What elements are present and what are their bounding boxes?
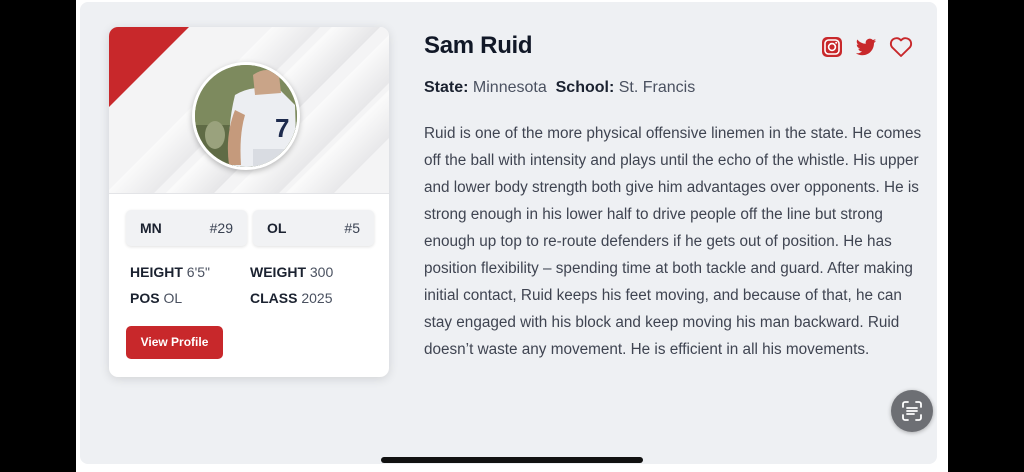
school-value: St. Francis — [618, 79, 696, 96]
pos-value: OL — [163, 290, 183, 306]
state-rank-label: MN — [140, 220, 162, 236]
state-rank-tag: MN #29 — [126, 210, 247, 246]
heart-icon[interactable] — [889, 36, 913, 58]
weight-label: WEIGHT — [250, 264, 306, 280]
position-rank-label: OL — [267, 220, 287, 236]
height-value: 6'5" — [186, 264, 210, 280]
instagram-icon[interactable] — [821, 36, 843, 58]
school-label: School: — [555, 79, 615, 96]
social-actions — [821, 36, 915, 60]
player-photo: 7 — [195, 65, 297, 167]
view-profile-button[interactable]: View Profile — [126, 326, 223, 359]
class-value: 2025 — [301, 290, 333, 306]
class-label: CLASS — [250, 290, 298, 306]
height-label: HEIGHT — [130, 264, 183, 280]
position-rank-tag: OL #5 — [253, 210, 374, 246]
height-stat: HEIGHT 6'5" — [130, 264, 210, 280]
position-stat: POS OL — [130, 290, 182, 306]
svg-text:7: 7 — [275, 113, 289, 143]
player-card: 7 MN #29 OL #5 HEIGHT 6'5" WEIGHT 300 PO… — [109, 27, 389, 377]
position-rank-value: #5 — [344, 220, 360, 236]
card-banner: 7 — [109, 27, 389, 194]
class-stat: CLASS 2025 — [250, 290, 333, 306]
text-scan-button[interactable] — [891, 390, 933, 432]
player-name: Sam Ruid — [424, 32, 533, 59]
pos-label: POS — [130, 290, 160, 306]
player-panel: 7 MN #29 OL #5 HEIGHT 6'5" WEIGHT 300 PO… — [80, 2, 937, 464]
state-label: State: — [424, 79, 469, 96]
player-meta: State: Minnesota School: St. Francis — [424, 79, 695, 97]
avatar: 7 — [192, 62, 300, 170]
player-bio: Ruid is one of the more physical offensi… — [424, 125, 922, 358]
screen: 7 MN #29 OL #5 HEIGHT 6'5" WEIGHT 300 PO… — [76, 0, 948, 472]
weight-stat: WEIGHT 300 — [250, 264, 333, 280]
home-indicator[interactable] — [381, 457, 643, 463]
state-value: Minnesota — [472, 79, 547, 96]
twitter-icon[interactable] — [855, 36, 877, 58]
state-rank-value: #29 — [209, 220, 233, 236]
rank-tags: MN #29 OL #5 — [124, 210, 374, 246]
weight-value: 300 — [309, 264, 334, 280]
text-scan-icon — [902, 401, 922, 421]
red-corner-accent — [109, 27, 189, 107]
